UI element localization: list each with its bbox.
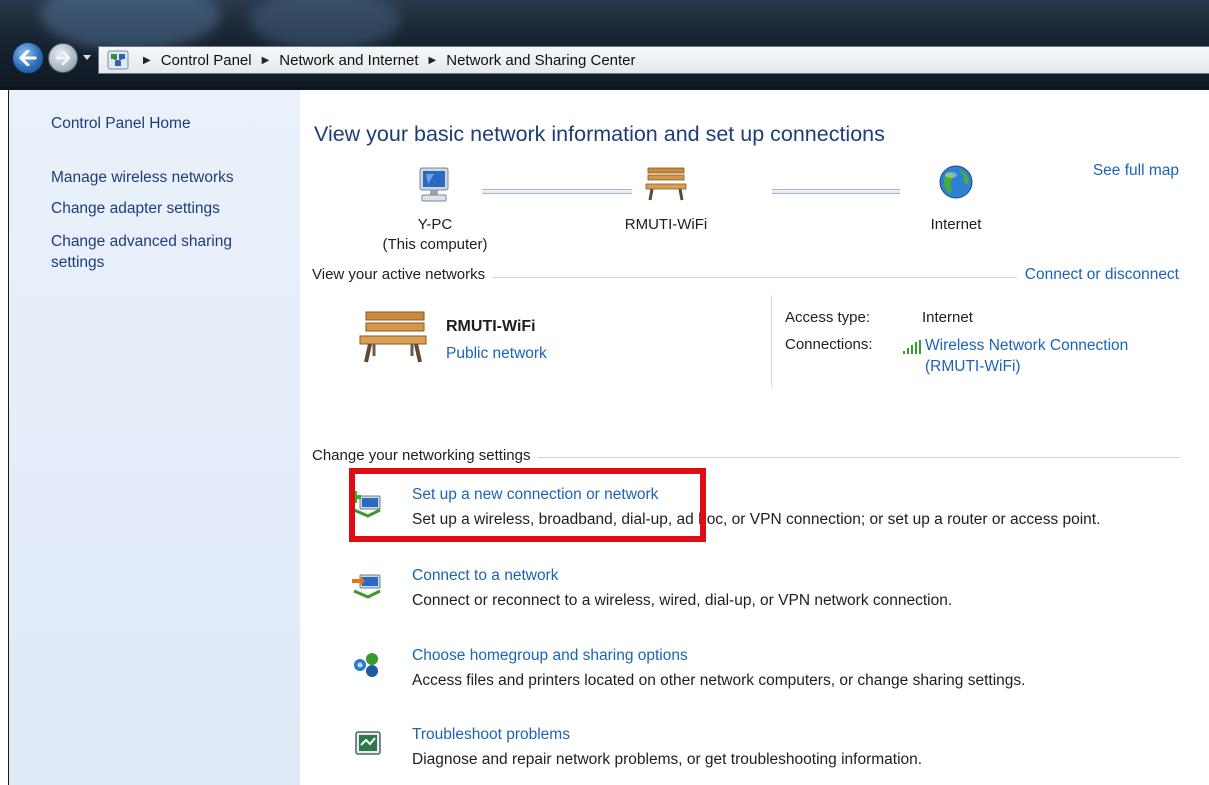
recent-pages-dropdown[interactable] — [82, 52, 92, 64]
vertical-divider — [771, 295, 772, 387]
signal-strength-icon — [903, 340, 921, 354]
wireless-connection-ssid[interactable]: (RMUTI-WiFi) — [925, 356, 1175, 377]
breadcrumb-separator-icon[interactable]: ▶ — [258, 55, 274, 66]
connect-network-icon — [352, 574, 381, 599]
homegroup-icon — [354, 653, 378, 677]
breadcrumb-control-panel[interactable]: Control Panel — [155, 52, 258, 69]
wireless-connection-name[interactable]: Wireless Network Connection — [925, 335, 1175, 356]
sidebar-item-manage-wireless-networks[interactable]: Manage wireless networks — [51, 167, 234, 188]
network-folder-icon — [107, 50, 129, 70]
see-full-map-link[interactable]: See full map — [1093, 162, 1179, 180]
map-connection-line — [482, 189, 632, 194]
sidebar-item-change-adapter-settings[interactable]: Change adapter settings — [51, 198, 220, 219]
map-connection-line — [772, 189, 900, 194]
breadcrumb-separator-icon: ▶ — [143, 54, 151, 66]
troubleshoot-icon — [355, 731, 381, 755]
bench-network-icon — [359, 311, 427, 363]
access-type-label: Access type: — [785, 309, 871, 326]
connections-label: Connections: — [785, 336, 873, 353]
address-bar[interactable]: ▶ Control Panel ▶ Network and Internet ▶… — [98, 46, 1209, 74]
breadcrumb-separator-icon[interactable]: ▶ — [425, 55, 441, 66]
highlight-annotation-box — [349, 468, 706, 542]
map-network-label: RMUTI-WiFi — [624, 216, 708, 233]
navigation-pane: Control Panel Home Manage wireless netwo… — [8, 90, 300, 785]
map-computer-name: Y-PC — [417, 216, 453, 233]
arrow-left-icon — [19, 50, 37, 66]
chevron-down-icon — [83, 55, 91, 60]
task-title-link[interactable]: Choose homegroup and sharing options — [412, 647, 688, 665]
task-description: Connect or reconnect to a wireless, wire… — [412, 592, 953, 609]
aero-glow — [250, 0, 400, 50]
access-type-value: Internet — [922, 309, 973, 326]
sidebar-item-change-advanced-sharing-settings[interactable]: Change advanced sharing settings — [51, 231, 271, 273]
main-content: View your basic network information and … — [300, 90, 1209, 785]
arrow-right-icon — [55, 51, 71, 65]
connect-or-disconnect-link[interactable]: Connect or disconnect — [1016, 266, 1179, 284]
window-title-bar: ▶ Control Panel ▶ Network and Internet ▶… — [0, 0, 1209, 90]
wireless-connection-link[interactable]: Wireless Network Connection (RMUTI-WiFi) — [925, 335, 1175, 377]
breadcrumb-network-and-sharing-center[interactable]: Network and Sharing Center — [440, 52, 641, 69]
map-computer-label: Y-PC (This computer) — [370, 215, 500, 255]
new-connection-icon — [350, 491, 381, 518]
aero-glow — [40, 0, 220, 50]
task-title-link[interactable]: Set up a new connection or network — [412, 486, 658, 504]
task-title-link[interactable]: Connect to a network — [412, 567, 558, 585]
internet-globe-icon[interactable] — [938, 164, 974, 200]
breadcrumb-network-and-internet[interactable]: Network and Internet — [273, 52, 424, 69]
map-computer-sub: (This computer) — [382, 236, 488, 253]
page-title: View your basic network information and … — [314, 122, 885, 146]
back-button[interactable] — [12, 42, 44, 74]
active-networks-heading: View your active networks — [312, 266, 494, 283]
task-title-link[interactable]: Troubleshoot problems — [412, 726, 570, 744]
network-type-link[interactable]: Public network — [446, 345, 547, 363]
task-description: Access files and printers located on oth… — [412, 672, 1026, 689]
sidebar-item-control-panel-home[interactable]: Control Panel Home — [51, 113, 191, 134]
computer-icon[interactable] — [414, 166, 454, 204]
change-settings-heading: Change your networking settings — [312, 447, 539, 464]
task-description: Set up a wireless, broadband, dial-up, a… — [412, 511, 1101, 528]
active-network-name: RMUTI-WiFi — [446, 318, 536, 335]
task-description: Diagnose and repair network problems, or… — [412, 751, 923, 768]
bench-network-icon[interactable] — [644, 164, 688, 202]
forward-button[interactable] — [48, 43, 78, 73]
map-internet-label: Internet — [930, 216, 982, 233]
